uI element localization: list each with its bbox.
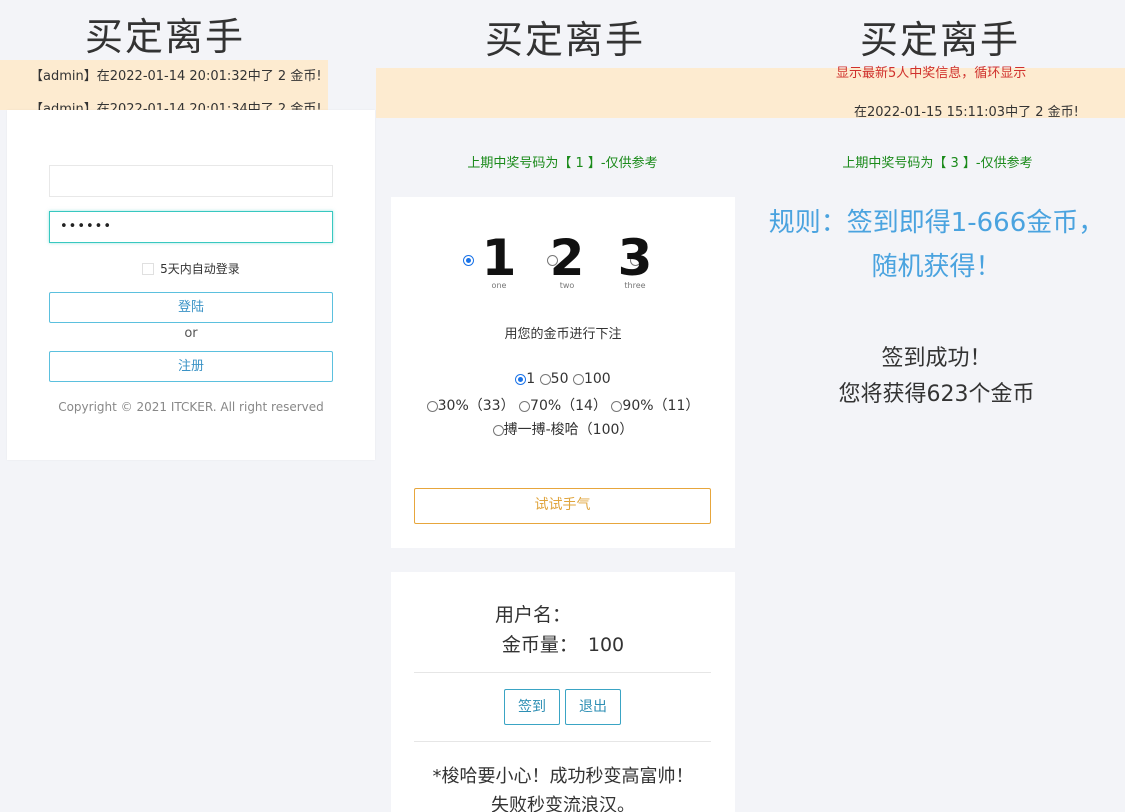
remember-row: 5天内自动登录 [7, 260, 375, 277]
warning-line-1: *梭哈要小心！成功秒变高富帅！ [432, 766, 694, 787]
number-3: 3 [617, 229, 653, 287]
account-panel: 用户名： 金币量： 100 签到 退出 *梭哈要小心！成功秒变高富帅！ 失败秒变流… [391, 572, 735, 812]
rule-line-2: 随机获得！ [871, 252, 1002, 282]
divider [414, 741, 711, 742]
amount-label: 1 [526, 371, 536, 387]
last-number-mid: 上期中奖号码为【 1 】-仅供参考 [467, 156, 658, 171]
number-2: 2 [549, 229, 585, 287]
warning-line-2: 失败秒变流浪汉。 [491, 795, 635, 812]
allin-option-row: 搏一搏-梭哈（100） [391, 419, 735, 439]
username-row: 用户名： [391, 600, 735, 627]
amount-option[interactable]: 50 [539, 371, 569, 387]
amount-radio[interactable] [539, 373, 551, 385]
page-title-left: 买定离手 [84, 15, 245, 59]
number-radio-1[interactable] [463, 255, 474, 266]
password-mask: •••••• [60, 219, 113, 234]
odds-option[interactable]: 30%（33） [426, 395, 515, 415]
odds-option[interactable]: 90%（11） [611, 395, 699, 415]
ticker-header: 显示最新5人中奖信息，循环显示 [836, 66, 1027, 81]
winner-ticker-left: 【admin】在2022-01-14 20:01:32中了 2 金币! 【adm… [0, 60, 328, 110]
odds-label: 70%（14） [530, 398, 607, 414]
username-input[interactable] [49, 165, 333, 197]
odds-option[interactable]: 70%（14） [519, 395, 607, 415]
logout-button[interactable]: 退出 [565, 689, 621, 725]
amount-option[interactable]: 100 [572, 371, 611, 387]
bet-panel: 1 one 2 two 3 three 用您的金币进行下注 1 50 100 3… [391, 197, 735, 548]
or-label: or [184, 326, 198, 341]
odds-radio[interactable] [519, 400, 531, 412]
number-picker: 1 one 2 two 3 three [463, 233, 683, 293]
last-number-right: 上期中奖号码为【 3 】-仅供参考 [842, 156, 1033, 171]
amount-radio[interactable] [515, 373, 527, 385]
winner-ticker-right: 显示最新5人中奖信息，循环显示 在2022-01-15 15:11:03中了 2… [776, 60, 1125, 118]
number-1: 1 [481, 229, 517, 287]
odds-radio[interactable] [611, 400, 623, 412]
ticker-line: 【admin】在2022-01-14 20:01:34中了 2 金币! [30, 102, 322, 110]
try-luck-button[interactable]: 试试手气 [414, 488, 711, 524]
allin-label: 搏一搏-梭哈（100） [503, 422, 634, 438]
username-label: 用户名： [494, 604, 571, 626]
coins-value: 100 [587, 634, 625, 656]
coins-row: 金币量： 100 [391, 630, 735, 657]
number-3-sub: three [624, 281, 646, 290]
number-1-sub: one [491, 281, 507, 290]
amount-radio[interactable] [572, 373, 584, 385]
password-input[interactable]: •••••• [49, 211, 333, 243]
odds-label: 30%（33） [437, 398, 515, 414]
amount-label: 100 [583, 371, 611, 387]
amount-options: 1 50 100 [391, 371, 735, 387]
amount-option[interactable]: 1 [515, 371, 535, 387]
coins-label: 金币量： [501, 634, 578, 656]
allin-option[interactable]: 搏一搏-梭哈（100） [492, 419, 634, 439]
success-line-2: 您将获得623个金币 [838, 382, 1035, 407]
copyright: Copyright © 2021 ITCKER. All right reser… [58, 400, 324, 414]
ticker-line: 在2022-01-15 15:11:03中了 2 金币! [854, 105, 1079, 118]
odds-options: 30%（33） 70%（14） 90%（11） [391, 395, 735, 415]
login-panel: •••••• 5天内自动登录 登陆 or 注册 Copyright © 2021… [7, 110, 375, 460]
login-button[interactable]: 登陆 [49, 292, 333, 323]
remember-label: 5天内自动登录 [160, 262, 240, 276]
amount-label: 50 [550, 371, 569, 387]
number-2-sub: two [559, 281, 575, 290]
ticker-line: 【admin】在2022-01-14 20:01:32中了 2 金币! [30, 69, 322, 84]
rule-line-1: 规则：签到即得1-666金币， [768, 208, 1105, 238]
divider [414, 672, 711, 673]
odds-radio[interactable] [426, 400, 438, 412]
remember-checkbox[interactable] [142, 263, 155, 275]
page-title-right: 买定离手 [859, 18, 1020, 62]
bet-prompt: 用您的金币进行下注 [504, 327, 622, 342]
allin-radio[interactable] [492, 424, 504, 436]
odds-label: 90%（11） [622, 398, 700, 414]
success-line-1: 签到成功！ [881, 346, 992, 371]
register-button[interactable]: 注册 [49, 351, 333, 382]
page-title-mid: 买定离手 [484, 18, 645, 62]
checkin-button[interactable]: 签到 [504, 689, 560, 725]
